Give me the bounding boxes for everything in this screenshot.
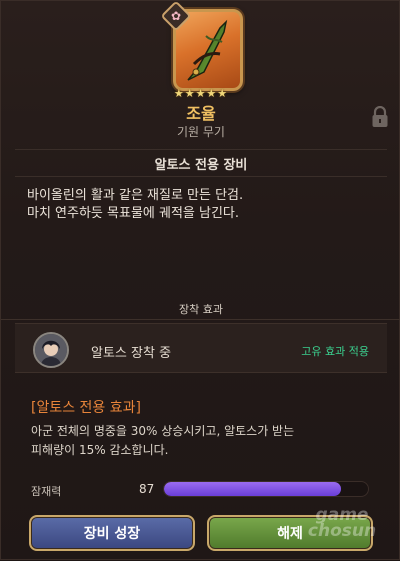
weapon-detail-panel: ✿ ★★★★★ 조율 기원 무기 알토스 전용 장비 바이올린의 활과 같은 재… bbox=[0, 0, 400, 560]
dagger-icon bbox=[187, 19, 228, 81]
watermark-logo: game chosun bbox=[287, 507, 397, 561]
star-rating: ★★★★★ bbox=[173, 87, 229, 100]
effect-line: 아군 전체의 명중을 30% 상승시키고, 알토스가 받는 bbox=[31, 424, 295, 438]
description-line: 마치 연주하듯 목표물에 궤적을 남긴다. bbox=[27, 206, 240, 221]
divider bbox=[1, 319, 400, 320]
weapon-type: 기원 무기 bbox=[177, 125, 225, 139]
weapon-name: 조율 bbox=[186, 104, 216, 123]
effect-line: 피해량이 15% 감소합니다. bbox=[31, 443, 169, 457]
equipped-character-row[interactable]: 알토스 장착 중 고유 효과 적용 bbox=[15, 323, 387, 373]
lock-icon[interactable] bbox=[371, 105, 389, 132]
potential-bar-fill bbox=[164, 482, 342, 496]
weapon-description: 바이올린의 활과 같은 재질로 만든 단검. 마치 연주하듯 목표물에 궤적을 … bbox=[27, 187, 377, 223]
owner-title: 알토스 전용 장비 bbox=[154, 157, 248, 173]
potential-value: 87 bbox=[139, 482, 155, 496]
unique-effect-label: 고유 효과 적용 bbox=[301, 345, 369, 358]
exclusive-effect-description: 아군 전체의 명중을 30% 상승시키고, 알토스가 받는 피해량이 15% 감… bbox=[31, 422, 381, 460]
avatar[interactable] bbox=[33, 332, 69, 368]
upgrade-equipment-button[interactable]: 장비 성장 bbox=[29, 515, 195, 551]
exclusive-owner-bar: 알토스 전용 장비 bbox=[15, 149, 387, 177]
equipped-label: 알토스 장착 중 bbox=[91, 346, 172, 361]
watermark-line: chosun bbox=[307, 521, 377, 541]
exclusive-effect-title: [알토스 전용 효과] bbox=[31, 400, 141, 416]
equip-effect-header: 장착 효과 bbox=[179, 303, 223, 316]
flower-icon: ✿ bbox=[170, 9, 182, 23]
potential-bar bbox=[163, 481, 369, 497]
potential-label: 잠재력 bbox=[31, 485, 62, 498]
description-line: 바이올린의 활과 같은 재질로 만든 단검. bbox=[27, 188, 244, 203]
